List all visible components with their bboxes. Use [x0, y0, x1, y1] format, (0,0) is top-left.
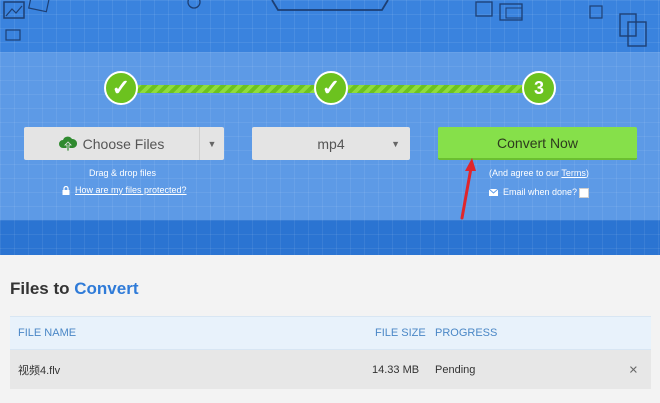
step-progress-line-2 — [348, 85, 524, 93]
email-when-done-checkbox[interactable] — [579, 188, 589, 198]
choose-files-main[interactable]: Choose Files — [24, 127, 200, 160]
step-2-complete: ✓ — [314, 71, 348, 105]
choose-files-button[interactable]: Choose Files ▼ — [24, 127, 224, 160]
step-progress-line-1 — [136, 85, 316, 93]
table-row: 视频4.flv 14.33 MB Pending × — [10, 350, 651, 389]
doodle-gear-icon — [187, 0, 201, 9]
files-table-header: FILE NAME FILE SIZE PROGRESS — [10, 316, 651, 350]
envelope-icon — [489, 188, 498, 196]
file-size-cell: 14.33 MB — [372, 363, 420, 376]
doodle-files-icon — [475, 1, 647, 47]
step-1-complete: ✓ — [104, 71, 138, 105]
terms-suffix: ) — [585, 168, 589, 178]
output-format-value: mp4 — [317, 135, 345, 152]
file-name-cell: 视频4.flv — [18, 364, 61, 377]
files-title-accent: Convert — [74, 279, 139, 298]
lock-icon — [62, 185, 70, 195]
doodle-laptop-icon — [271, 0, 389, 11]
doodle-image-icon — [3, 0, 50, 41]
column-header-progress[interactable]: PROGRESS — [435, 327, 497, 339]
chevron-down-icon: ▼ — [391, 139, 400, 149]
output-format-select[interactable]: mp4 ▼ — [252, 127, 410, 160]
files-protected-link[interactable]: How are my files protected? — [75, 185, 187, 195]
step-3-current: 3 — [522, 71, 556, 105]
files-title-prefix: Files to — [10, 279, 70, 298]
drag-drop-hint: Drag & drop files — [89, 168, 157, 178]
choose-files-dropdown-caret-icon[interactable]: ▼ — [200, 127, 224, 160]
email-when-done: Email when done? — [489, 187, 577, 197]
column-header-file-name[interactable]: FILE NAME — [18, 327, 76, 339]
terms-agreement: (And agree to our Terms) — [489, 168, 589, 178]
file-status-cell: Pending — [435, 363, 476, 376]
files-table: FILE NAME FILE SIZE PROGRESS 视频4.flv 14.… — [10, 316, 651, 389]
terms-link[interactable]: Terms — [561, 168, 586, 178]
remove-file-close-icon[interactable]: × — [629, 361, 638, 378]
annotation-arrow-icon — [460, 158, 476, 220]
files-protected-link-wrap[interactable]: How are my files protected? — [62, 185, 187, 195]
choose-files-label: Choose Files — [82, 135, 165, 152]
column-header-file-size[interactable]: FILE SIZE — [375, 327, 426, 339]
terms-prefix: (And agree to our — [489, 168, 562, 178]
email-when-done-label: Email when done? — [503, 187, 578, 197]
files-section-title: Files to Convert — [10, 279, 138, 299]
convert-now-button[interactable]: Convert Now — [438, 127, 637, 160]
hero-bottom-pattern — [0, 220, 660, 255]
cloud-upload-icon — [58, 136, 77, 151]
